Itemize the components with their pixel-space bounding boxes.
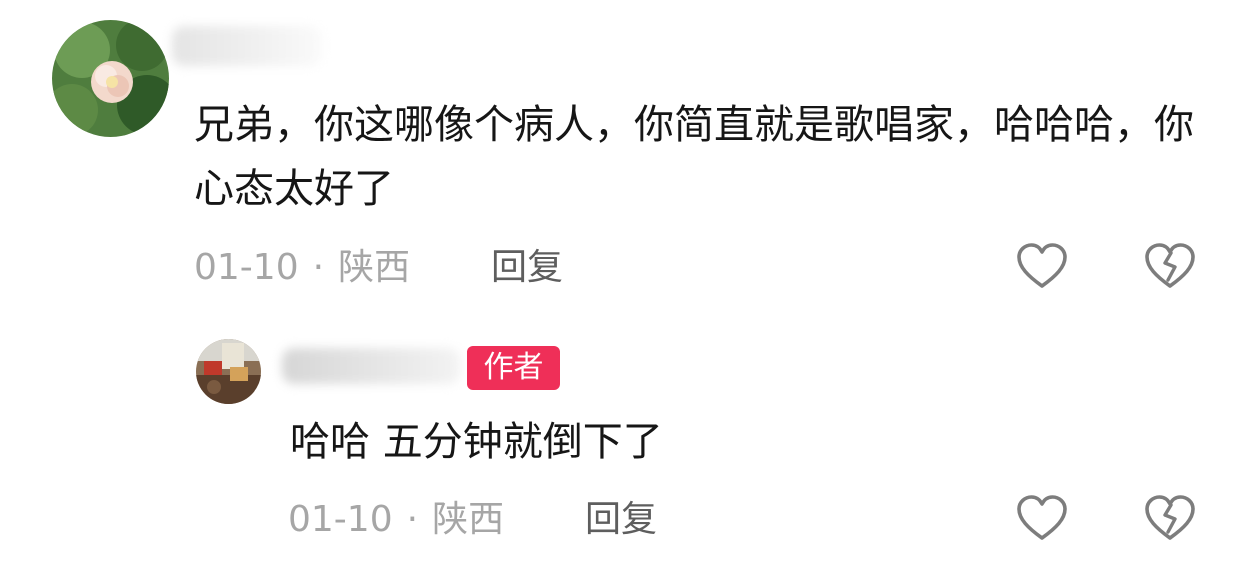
- author-avatar[interactable]: [196, 339, 261, 404]
- comment-text: 兄弟，你这哪像个病人，你简直就是歌唱家，哈哈哈，你心态太好了: [194, 102, 1194, 212]
- comment-meta: 01-10 · 陕西: [194, 246, 410, 290]
- reply-text: 哈哈 五分钟就倒下了: [290, 419, 663, 465]
- commenter-avatar[interactable]: [52, 20, 169, 137]
- meta-separator: ·: [406, 499, 419, 540]
- broken-heart-outline-icon[interactable]: [1144, 494, 1196, 542]
- reply-date: 01-10: [288, 499, 393, 540]
- reply-button[interactable]: 回复: [491, 246, 563, 290]
- reply-location: 陕西: [432, 499, 505, 540]
- comment-date: 01-10: [194, 247, 299, 288]
- author-name-blurred: [282, 348, 460, 384]
- comment-location: 陕西: [338, 247, 411, 288]
- reply-button[interactable]: 回复: [585, 498, 657, 542]
- commenter-name-blurred: [172, 26, 322, 66]
- meta-separator: ·: [312, 247, 325, 288]
- reply-meta: 01-10 · 陕西: [288, 498, 504, 542]
- broken-heart-outline-icon[interactable]: [1144, 242, 1196, 290]
- heart-outline-icon[interactable]: [1016, 242, 1068, 290]
- author-badge: 作者: [467, 346, 560, 390]
- heart-outline-icon[interactable]: [1016, 494, 1068, 542]
